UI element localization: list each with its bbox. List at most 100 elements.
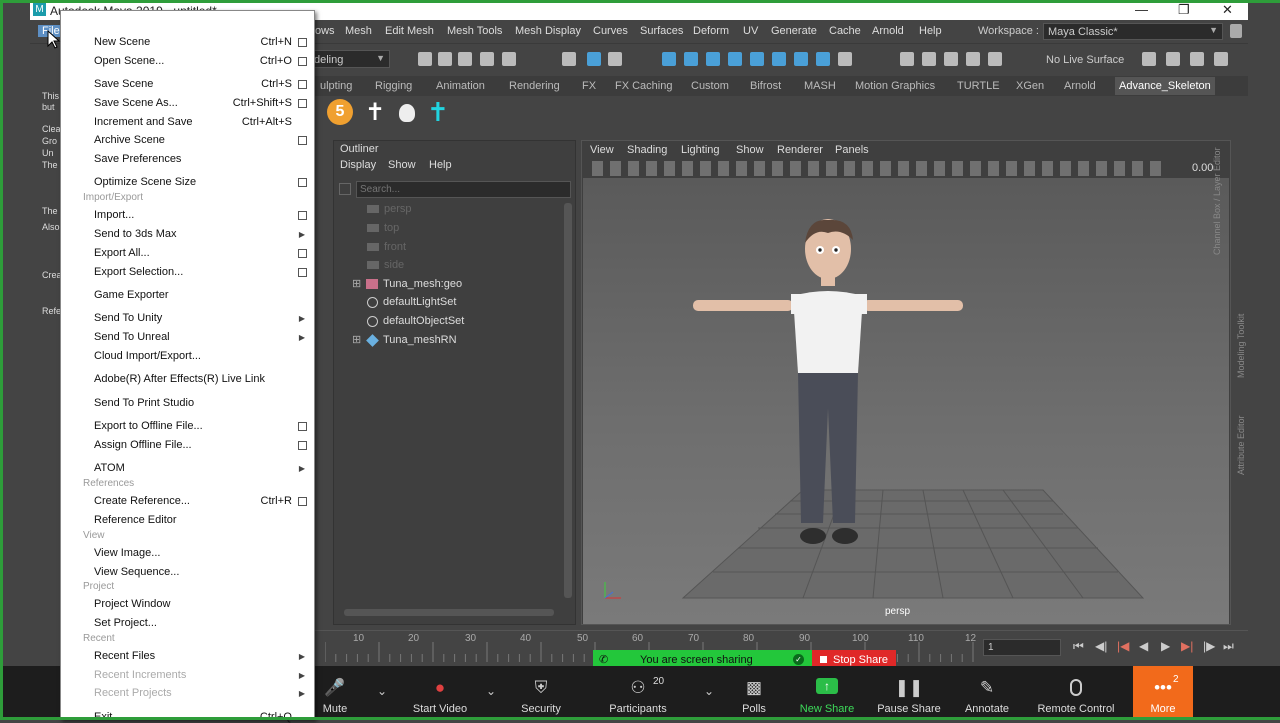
outliner-item-side[interactable]: side bbox=[384, 259, 404, 271]
snap-view-icon[interactable] bbox=[728, 52, 742, 66]
file-menu-item[interactable]: Cloud Import/Export... bbox=[94, 350, 201, 362]
option-box-icon[interactable] bbox=[298, 136, 307, 145]
ipr-render-icon[interactable] bbox=[922, 52, 936, 66]
render-icon[interactable] bbox=[900, 52, 914, 66]
outliner-item-front[interactable]: front bbox=[384, 241, 406, 253]
option-box-icon[interactable] bbox=[298, 80, 307, 89]
file-menu-item[interactable]: Save Scene bbox=[94, 78, 153, 90]
file-menu-item[interactable]: Create Reference... bbox=[94, 495, 190, 507]
file-menu-item[interactable]: New Scene bbox=[94, 36, 150, 48]
snap-surface-icon[interactable] bbox=[750, 52, 764, 66]
go-to-end-icon[interactable]: ⏭ bbox=[1223, 639, 1234, 654]
tab-rigging[interactable]: Rigging bbox=[375, 80, 412, 92]
outliner-menu-show[interactable]: Show bbox=[388, 159, 416, 171]
file-menu-item[interactable]: Send To Unity bbox=[94, 312, 162, 324]
outliner-item-tuna-mesh-geo[interactable]: Tuna_mesh:geo bbox=[383, 278, 462, 290]
snap-grid-icon[interactable] bbox=[662, 52, 676, 66]
remote-control-button[interactable]: Remote Control bbox=[1033, 666, 1119, 720]
menu-surfaces[interactable]: Surfaces bbox=[640, 25, 683, 37]
tab-animation[interactable]: Animation bbox=[436, 80, 485, 92]
tab-turtle[interactable]: TURTLE bbox=[957, 80, 1000, 92]
tab-fx-caching[interactable]: FX Caching bbox=[615, 80, 672, 92]
menu-edit-mesh[interactable]: Edit Mesh bbox=[385, 25, 434, 37]
outliner-item-top[interactable]: top bbox=[384, 222, 399, 234]
file-menu-item[interactable]: Recent Increments bbox=[94, 669, 186, 681]
file-menu-item[interactable]: Import... bbox=[94, 209, 134, 221]
menu-deform[interactable]: Deform bbox=[693, 25, 729, 37]
menu-mesh-display[interactable]: Mesh Display bbox=[515, 25, 581, 37]
option-box-icon[interactable] bbox=[298, 57, 307, 66]
exposure-field[interactable]: 0.00 bbox=[1192, 162, 1213, 174]
select-icon[interactable] bbox=[562, 52, 576, 66]
outliner-menu-help[interactable]: Help bbox=[429, 159, 452, 171]
option-box-icon[interactable] bbox=[298, 249, 307, 258]
file-menu-item[interactable]: Reference Editor bbox=[94, 514, 177, 526]
live-surface-label[interactable]: No Live Surface bbox=[1046, 54, 1124, 66]
tab-rendering[interactable]: Rendering bbox=[509, 80, 560, 92]
viewport-menu-show[interactable]: Show bbox=[736, 144, 764, 156]
file-menu-item[interactable]: Export All... bbox=[94, 247, 150, 259]
new-share-button[interactable]: ↑ New Share bbox=[797, 666, 857, 720]
chevron-down-icon[interactable]: ⌄ bbox=[377, 684, 387, 698]
snap-curve-icon[interactable] bbox=[684, 52, 698, 66]
new-file-icon[interactable] bbox=[418, 52, 432, 66]
file-menu-item[interactable]: Set Project... bbox=[94, 617, 157, 629]
file-menu-item[interactable]: Adobe(R) After Effects(R) Live Link bbox=[94, 373, 265, 385]
modeling-toolkit-icon[interactable] bbox=[1142, 52, 1156, 66]
file-menu-item[interactable]: View Image... bbox=[94, 547, 160, 559]
outliner-item-default-object-set[interactable]: defaultObjectSet bbox=[383, 315, 464, 327]
file-menu-item[interactable]: Optimize Scene Size bbox=[94, 176, 196, 188]
tab-motion-graphics[interactable]: Motion Graphics bbox=[855, 80, 935, 92]
tool-settings-icon[interactable] bbox=[1214, 52, 1228, 66]
attribute-editor-icon[interactable] bbox=[1190, 52, 1204, 66]
lasso-icon[interactable] bbox=[988, 52, 1002, 66]
file-menu-item[interactable]: Archive Scene bbox=[94, 134, 165, 146]
lock-icon[interactable] bbox=[1230, 24, 1242, 38]
file-menu-item[interactable]: Game Exporter bbox=[94, 289, 169, 301]
tab-mash[interactable]: MASH bbox=[804, 80, 836, 92]
option-box-icon[interactable] bbox=[298, 211, 307, 220]
option-box-icon[interactable] bbox=[298, 99, 307, 108]
open-folder-icon[interactable] bbox=[438, 52, 452, 66]
option-box-icon[interactable] bbox=[298, 422, 307, 431]
option-box-icon[interactable] bbox=[298, 268, 307, 277]
workspace-select[interactable]: Maya Classic* ▼ bbox=[1043, 23, 1223, 40]
go-to-start-icon[interactable]: ⏮ bbox=[1073, 639, 1084, 654]
mode-select[interactable]: deling ▼ bbox=[310, 50, 390, 68]
tab-sculpting[interactable]: ulpting bbox=[320, 80, 352, 92]
file-menu-item[interactable]: Recent Files bbox=[94, 650, 155, 662]
viewport-menu-renderer[interactable]: Renderer bbox=[777, 144, 823, 156]
snap-edge-icon[interactable] bbox=[794, 52, 808, 66]
viewport-menu-panels[interactable]: Panels bbox=[835, 144, 869, 156]
lock-selection-icon[interactable] bbox=[838, 52, 852, 66]
more-button[interactable]: ••• 2 More bbox=[1133, 666, 1193, 720]
menu-cache[interactable]: Cache bbox=[829, 25, 861, 37]
menu-generate[interactable]: Generate bbox=[771, 25, 817, 37]
file-menu-item[interactable]: Send To Unreal bbox=[94, 331, 170, 343]
file-menu-item[interactable]: View Sequence... bbox=[94, 566, 179, 578]
file-menu-item[interactable]: Send to 3ds Max bbox=[94, 228, 177, 240]
step-forward-key-icon[interactable]: ▶| bbox=[1181, 639, 1193, 653]
menu-help[interactable]: Help bbox=[919, 25, 942, 37]
skeleton-body-icon[interactable]: ✝ bbox=[365, 98, 385, 127]
viewport-3d-view[interactable]: persp bbox=[583, 178, 1229, 624]
file-menu-item[interactable]: Save Scene As... bbox=[94, 97, 178, 109]
menu-mesh-tools[interactable]: Mesh Tools bbox=[447, 25, 502, 37]
select-hierarchy-icon[interactable] bbox=[587, 52, 601, 66]
file-menu-item[interactable]: Open Scene... bbox=[94, 55, 164, 67]
channel-box-tab[interactable]: Channel Box / Layer Editor bbox=[1212, 147, 1222, 255]
play-forwards-icon[interactable]: ▶ bbox=[1161, 639, 1170, 653]
save-icon[interactable] bbox=[458, 52, 472, 66]
expand-icon[interactable]: ⊞ bbox=[352, 277, 361, 290]
tab-arnold[interactable]: Arnold bbox=[1064, 80, 1096, 92]
expand-icon[interactable]: ⊞ bbox=[352, 333, 361, 346]
undo-icon[interactable] bbox=[480, 52, 494, 66]
pause-share-button[interactable]: ❚❚ Pause Share bbox=[876, 666, 942, 720]
file-menu-item[interactable]: Export Selection... bbox=[94, 266, 183, 278]
close-icon[interactable]: ✕ bbox=[1222, 2, 1233, 18]
tab-custom[interactable]: Custom bbox=[691, 80, 729, 92]
chevron-down-icon[interactable]: ⌄ bbox=[486, 684, 496, 698]
file-menu-item[interactable]: ATOM bbox=[94, 462, 125, 474]
outliner-menu-display[interactable]: Display bbox=[340, 159, 376, 171]
outliner-item-persp[interactable]: persp bbox=[384, 203, 412, 215]
